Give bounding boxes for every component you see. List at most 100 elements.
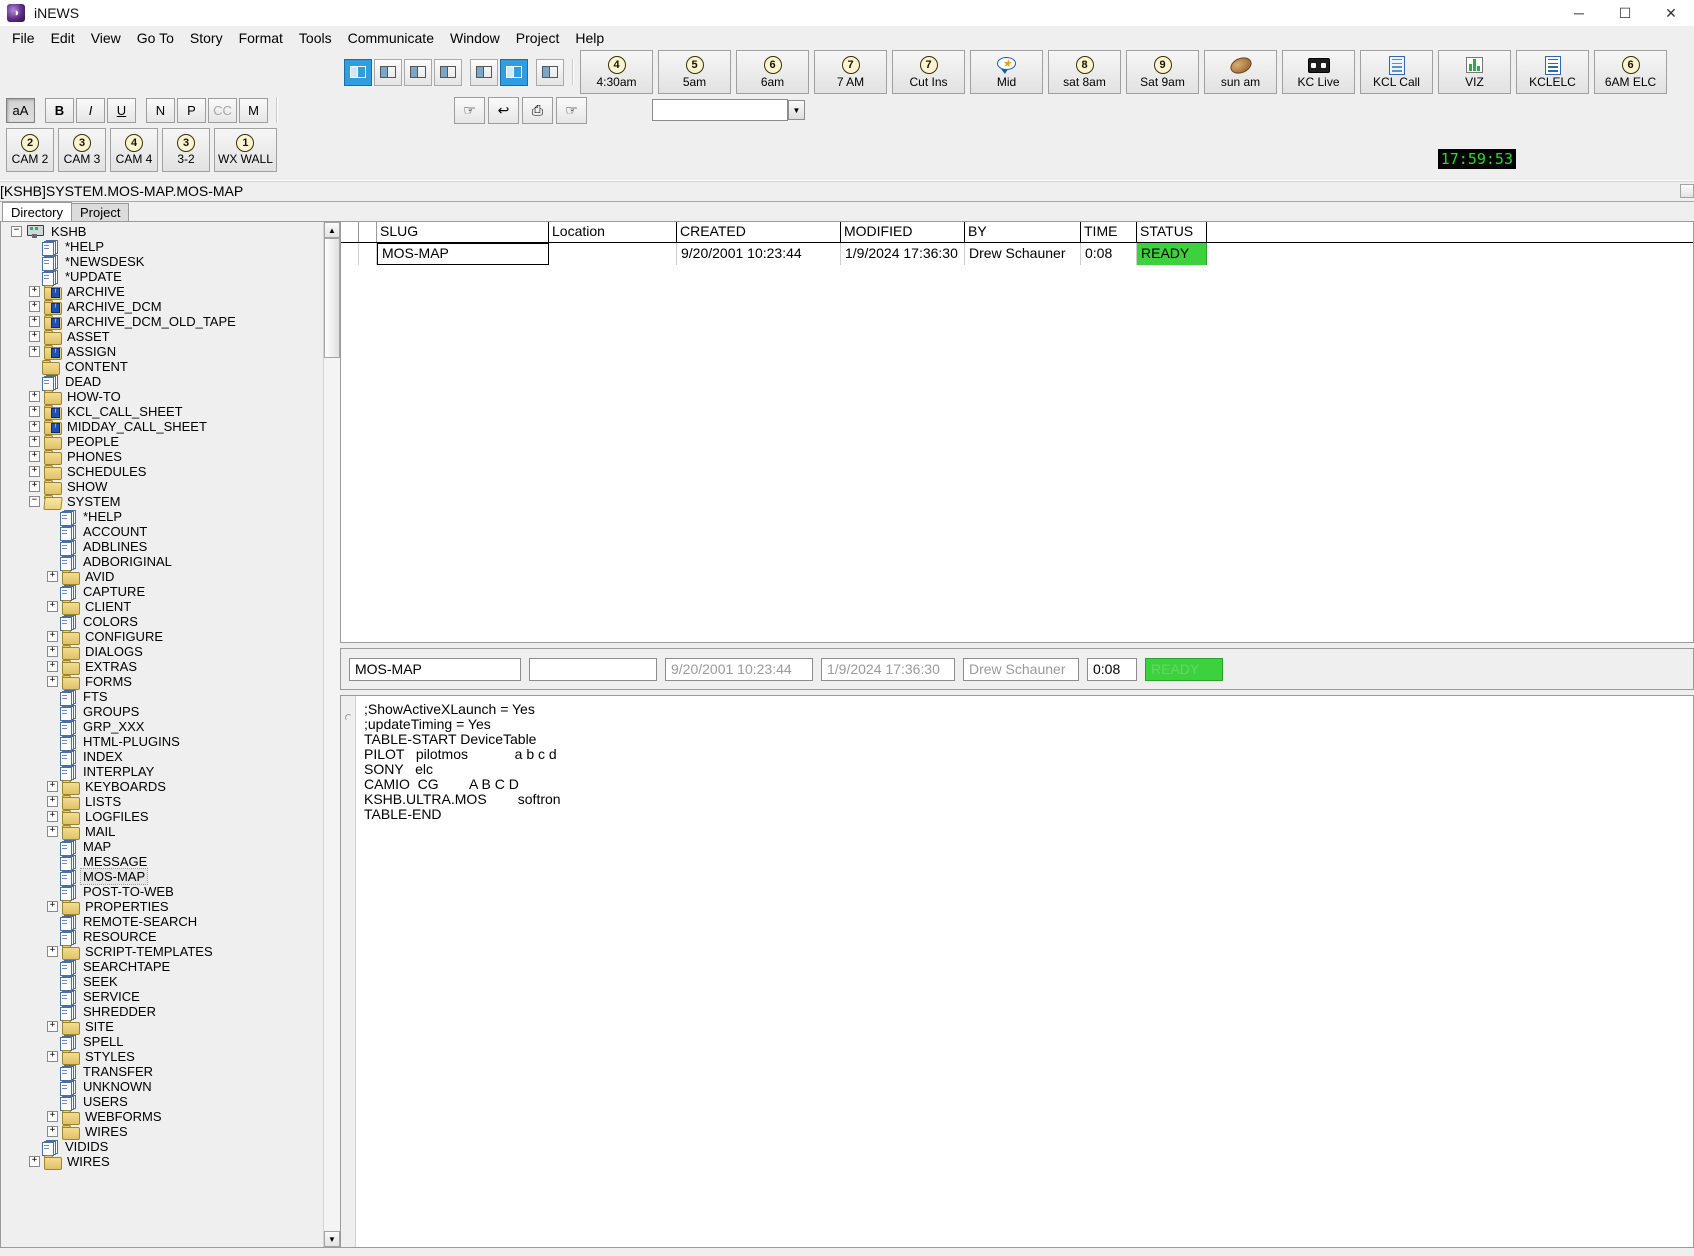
show-button-kc-live[interactable]: KC Live	[1282, 50, 1355, 94]
cell-time[interactable]: 0:08	[1081, 243, 1137, 265]
expand-toggle-icon[interactable]: +	[47, 826, 58, 837]
tree-item-index[interactable]: INDEX	[1, 749, 323, 766]
machine-control-button[interactable]: M	[239, 97, 268, 123]
hide-production-cue-button[interactable]: ☞	[556, 96, 587, 124]
tree-item-webforms[interactable]: + WEBFORMS	[1, 1109, 323, 1125]
menu-format[interactable]: Format	[231, 28, 291, 48]
tree-item--newsdesk[interactable]: *NEWSDESK	[1, 254, 323, 271]
menu-story[interactable]: Story	[182, 28, 231, 48]
tree-item-wires[interactable]: + WIRES	[1, 1124, 323, 1140]
tree-item-kcl-call-sheet[interactable]: +! KCL_CALL_SHEET	[1, 404, 323, 420]
tree-item-archive[interactable]: +! ARCHIVE	[1, 284, 323, 300]
expand-toggle-icon[interactable]: +	[29, 331, 40, 342]
expand-toggle-icon[interactable]: +	[29, 1156, 40, 1167]
show-button-sun-am[interactable]: sun am	[1204, 50, 1277, 94]
show-button-kcl-call[interactable]: KCL Call	[1360, 50, 1433, 94]
case-toggle-button[interactable]: aA	[6, 97, 35, 123]
tree-item-colors[interactable]: COLORS	[1, 614, 323, 631]
cell-status[interactable]: READY	[1137, 243, 1207, 265]
camera-button-cam-2[interactable]: 2 CAM 2	[6, 128, 54, 172]
tree-item-properties[interactable]: + PROPERTIES	[1, 899, 323, 915]
view-layout-1[interactable]	[344, 58, 372, 86]
view-layout-5[interactable]	[470, 58, 498, 86]
tree-item-interplay[interactable]: INTERPLAY	[1, 764, 323, 781]
expand-toggle-icon[interactable]: +	[47, 631, 58, 642]
tree-item-map[interactable]: MAP	[1, 839, 323, 856]
tree-item--help[interactable]: *HELP	[1, 509, 323, 526]
collapse-toggle-icon[interactable]: −	[11, 226, 22, 237]
tree-item-schedules[interactable]: + SCHEDULES	[1, 464, 323, 480]
expand-toggle-icon[interactable]: +	[47, 1126, 58, 1137]
view-layout-7[interactable]	[536, 58, 564, 86]
menu-communicate[interactable]: Communicate	[340, 28, 442, 48]
menu-view[interactable]: View	[83, 28, 129, 48]
column-header-location[interactable]: Location	[549, 222, 677, 242]
show-button-6am[interactable]: 6 6am	[736, 50, 809, 94]
style-combo-arrow-button[interactable]: ▼	[788, 100, 805, 120]
expand-toggle-icon[interactable]: +	[29, 451, 40, 462]
menu-file[interactable]: File	[4, 28, 43, 48]
menu-tools[interactable]: Tools	[291, 28, 340, 48]
expand-toggle-icon[interactable]: +	[47, 601, 58, 612]
tree-item--update[interactable]: *UPDATE	[1, 269, 323, 286]
tree-item-service[interactable]: SERVICE	[1, 989, 323, 1006]
expand-toggle-icon[interactable]: +	[29, 316, 40, 327]
tree-item-archive-dcm[interactable]: +! ARCHIVE_DCM	[1, 299, 323, 315]
expand-toggle-icon[interactable]: +	[29, 421, 40, 432]
tree-item-site[interactable]: + SITE	[1, 1019, 323, 1035]
normal-style-button[interactable]: N	[146, 97, 175, 123]
expand-toggle-icon[interactable]: +	[47, 1051, 58, 1062]
row-gutter-2[interactable]	[359, 243, 377, 265]
tree-item-asset[interactable]: + ASSET	[1, 329, 323, 345]
expand-toggle-icon[interactable]: +	[29, 466, 40, 477]
tree-item-shredder[interactable]: SHREDDER	[1, 1004, 323, 1021]
row-gutter-1[interactable]	[341, 243, 359, 265]
tab-project[interactable]: Project	[71, 203, 130, 221]
column-header-created[interactable]: CREATED	[677, 222, 841, 242]
print-story-button[interactable]: ⎙	[522, 96, 553, 124]
menu-window[interactable]: Window	[442, 28, 508, 48]
tree-item-lists[interactable]: + LISTS	[1, 794, 323, 810]
tree-item-capture[interactable]: CAPTURE	[1, 584, 323, 601]
tree-item-dead[interactable]: DEAD	[1, 374, 323, 391]
camera-button-3-2[interactable]: 3 3-2	[162, 128, 210, 172]
tree-item-grp-xxx[interactable]: GRP_XXX	[1, 719, 323, 736]
tree-item-mail[interactable]: + MAIL	[1, 824, 323, 840]
expand-toggle-icon[interactable]: +	[47, 661, 58, 672]
tree-item-mos-map[interactable]: MOS-MAP	[1, 868, 323, 886]
view-layout-6[interactable]	[500, 58, 528, 86]
tree-item--help[interactable]: *HELP	[1, 239, 323, 256]
underline-button[interactable]: U	[107, 97, 136, 123]
expand-toggle-icon[interactable]: +	[29, 481, 40, 492]
tree-item-phones[interactable]: + PHONES	[1, 449, 323, 465]
directory-tree[interactable]: − KSHB *HELP *NEWSDESK *UPDATE +! ARCHIVE +! ARC…	[1, 222, 323, 1247]
tree-item-midday-call-sheet[interactable]: +! MIDDAY_CALL_SHEET	[1, 419, 323, 435]
expand-toggle-icon[interactable]: +	[29, 346, 40, 357]
show-button-viz[interactable]: VIZ	[1438, 50, 1511, 94]
tree-item-unknown[interactable]: UNKNOWN	[1, 1079, 323, 1096]
column-header-status[interactable]: STATUS	[1137, 222, 1207, 242]
scroll-track[interactable]	[324, 238, 340, 1231]
tree-item-vidids[interactable]: VIDIDS	[1, 1139, 323, 1156]
tree-item-searchtape[interactable]: SEARCHTAPE	[1, 959, 323, 976]
story-text[interactable]: ;ShowActiveXLaunch = Yes ;updateTiming = …	[356, 696, 1693, 1247]
show-button-cut-ins[interactable]: 7 Cut Ins	[892, 50, 965, 94]
table-row[interactable]: MOS-MAP 9/20/2001 10:23:44 1/9/2024 17:36:…	[341, 243, 1693, 265]
bold-button[interactable]: B	[45, 97, 74, 123]
view-layout-4[interactable]	[434, 58, 462, 86]
tree-item-show[interactable]: + SHOW	[1, 479, 323, 495]
camera-button-wx-wall[interactable]: 1 WX WALL	[214, 128, 277, 172]
tree-item-post-to-web[interactable]: POST-TO-WEB	[1, 884, 323, 901]
tree-item-adboriginal[interactable]: ADBORIGINAL	[1, 554, 323, 571]
menu-help[interactable]: Help	[567, 28, 612, 48]
tree-item-html-plugins[interactable]: HTML-PLUGINS	[1, 734, 323, 751]
tree-item-how-to[interactable]: + HOW-TO	[1, 389, 323, 405]
scroll-down-button[interactable]: ▼	[324, 1231, 340, 1247]
tree-item-content[interactable]: CONTENT	[1, 359, 323, 375]
tree-item-script-templates[interactable]: + SCRIPT-TEMPLATES	[1, 944, 323, 960]
grid-body[interactable]: MOS-MAP 9/20/2001 10:23:44 1/9/2024 17:36:…	[341, 243, 1693, 642]
tree-item-kshb[interactable]: − KSHB	[1, 224, 323, 239]
tree-item-dialogs[interactable]: + DIALOGS	[1, 644, 323, 660]
scroll-up-button[interactable]: ▲	[324, 222, 340, 238]
expand-toggle-icon[interactable]: +	[47, 946, 58, 957]
